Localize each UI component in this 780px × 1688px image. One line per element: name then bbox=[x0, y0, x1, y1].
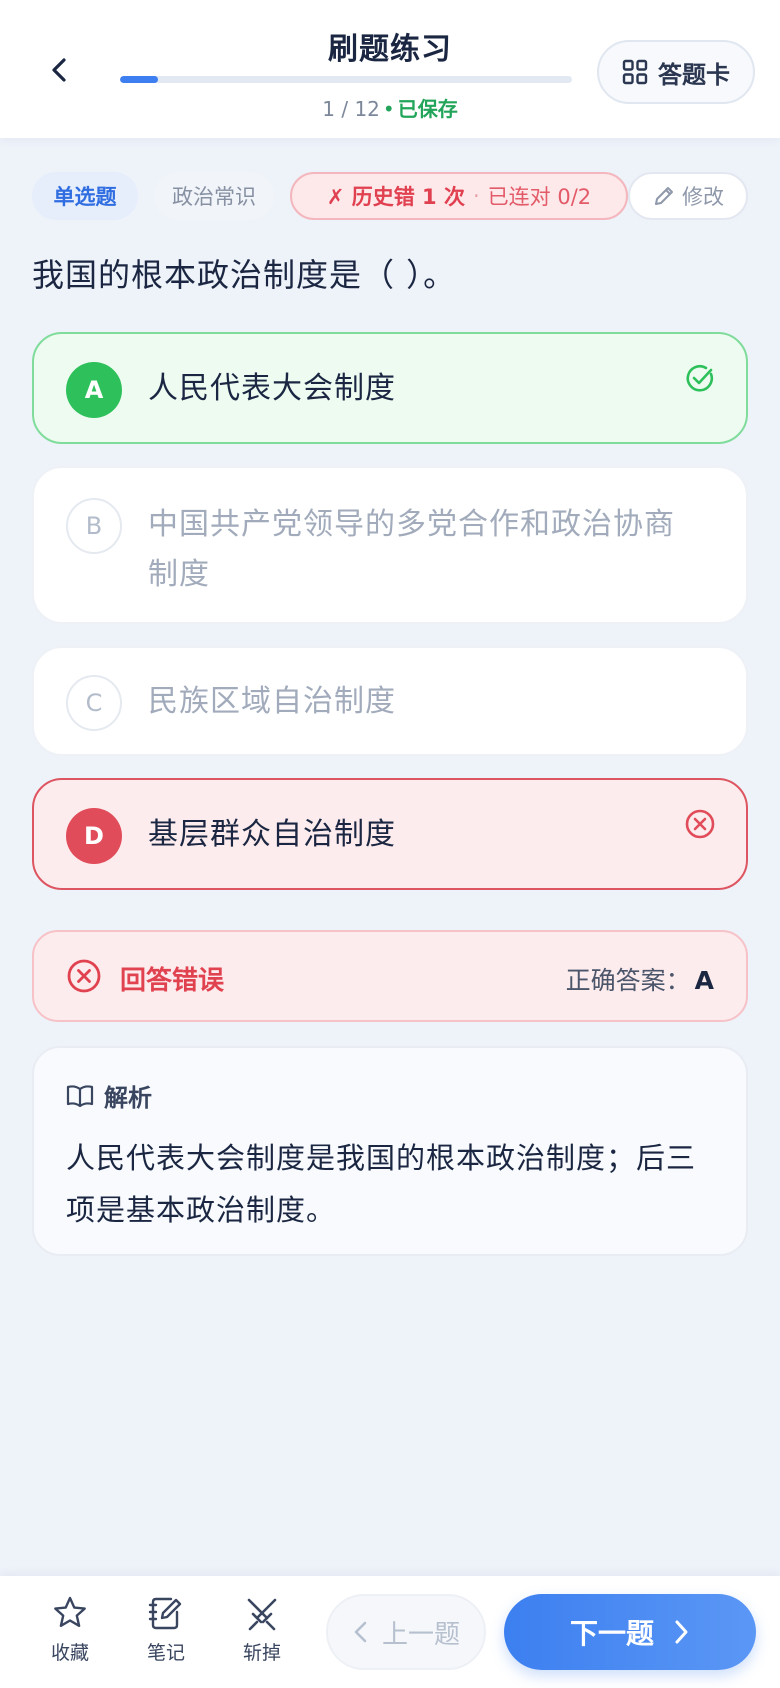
option-letter: C bbox=[66, 675, 122, 731]
option-text: 中国共产党领导的多党合作和政治协商制度 bbox=[148, 507, 675, 592]
option-c[interactable]: C 民族区域自治制度 bbox=[32, 646, 748, 756]
next-label: 下一题 bbox=[569, 1617, 654, 1650]
open-book-icon bbox=[66, 1084, 94, 1107]
option-text: 基层群众自治制度 bbox=[148, 817, 396, 852]
explanation-text: 人民代表大会制度是我国的根本政治制度；后三项是基本政治制度。 bbox=[66, 1141, 697, 1227]
previous-label: 上一题 bbox=[381, 1619, 460, 1650]
crossed-swords-icon bbox=[247, 1598, 277, 1631]
option-b[interactable]: B 中国共产党领导的多党合作和政治协商制度 bbox=[32, 466, 748, 624]
answer-card-label: 答题卡 bbox=[658, 60, 730, 89]
answer-result-banner: 回答错误 正确答案： A bbox=[32, 930, 748, 1022]
x-circle-icon bbox=[685, 809, 715, 839]
correct-answer: 正确答案： A bbox=[566, 961, 714, 997]
edit-label: 修改 bbox=[682, 185, 724, 209]
explanation-card: 解析 人民代表大会制度是我国的根本政治制度；后三项是基本政治制度。 bbox=[32, 1046, 748, 1256]
grid-icon bbox=[622, 59, 648, 85]
option-text: 民族区域自治制度 bbox=[148, 684, 396, 719]
progress-bar bbox=[120, 76, 572, 83]
chevron-right-icon bbox=[675, 1620, 688, 1644]
pencil-icon bbox=[655, 187, 673, 205]
favorite-button[interactable]: 收藏 bbox=[32, 1594, 108, 1674]
explanation-header: 解析 bbox=[66, 1078, 152, 1113]
correct-streak: 已连对 0/2 bbox=[487, 185, 592, 209]
top-header: 刷题练习 1 / 12 • 已保存 答题卡 bbox=[0, 0, 780, 138]
history-separator: · bbox=[472, 184, 480, 208]
result-status: 回答错误 bbox=[120, 966, 225, 996]
question-type-tag: 单选题 bbox=[32, 172, 138, 220]
saved-status: 已保存 bbox=[397, 97, 458, 121]
question-tags: 单选题 政治常识 ✗ 历史错 1 次 · 已连对 0/2 修改 bbox=[32, 172, 748, 220]
option-letter: A bbox=[66, 362, 122, 418]
bottom-action-bar: 收藏 笔记 斩掉 上一题 下一题 bbox=[0, 1576, 780, 1688]
next-question-button[interactable]: 下一题 bbox=[504, 1594, 756, 1670]
explanation-title: 解析 bbox=[104, 1084, 152, 1112]
option-a[interactable]: A 人民代表大会制度 bbox=[32, 332, 748, 444]
progress-count: 1 / 12 bbox=[322, 97, 380, 121]
x-circle-icon bbox=[67, 959, 101, 993]
cut-label: 斩掉 bbox=[242, 1642, 281, 1664]
correct-answer-label: 正确答案： bbox=[565, 966, 691, 995]
star-icon bbox=[54, 1596, 86, 1627]
favorite-label: 收藏 bbox=[50, 1642, 89, 1664]
note-button[interactable]: 笔记 bbox=[128, 1594, 204, 1674]
check-circle-icon bbox=[686, 364, 714, 392]
edit-button[interactable]: 修改 bbox=[628, 172, 748, 220]
option-letter: D bbox=[66, 808, 122, 864]
note-label: 笔记 bbox=[146, 1642, 185, 1664]
progress-dot: • bbox=[382, 97, 395, 121]
answer-card-button[interactable]: 答题卡 bbox=[597, 40, 755, 104]
option-letter: B bbox=[66, 498, 122, 554]
progress-bar-fill bbox=[120, 76, 158, 83]
correct-answer-value: A bbox=[694, 966, 714, 995]
history-error-badge: ✗ 历史错 1 次 · 已连对 0/2 bbox=[290, 172, 628, 220]
cut-button[interactable]: 斩掉 bbox=[224, 1594, 300, 1674]
option-text: 人民代表大会制度 bbox=[148, 371, 396, 406]
note-icon bbox=[148, 1597, 182, 1630]
chevron-left-icon bbox=[354, 1621, 367, 1643]
option-d[interactable]: D 基层群众自治制度 bbox=[32, 778, 748, 890]
question-text: 我国的根本政治制度是（ ）。 bbox=[32, 256, 457, 294]
previous-question-button[interactable]: 上一题 bbox=[326, 1594, 486, 1670]
subject-tag: 政治常识 bbox=[154, 172, 274, 220]
history-error-count: ✗ 历史错 1 次 bbox=[326, 185, 465, 209]
